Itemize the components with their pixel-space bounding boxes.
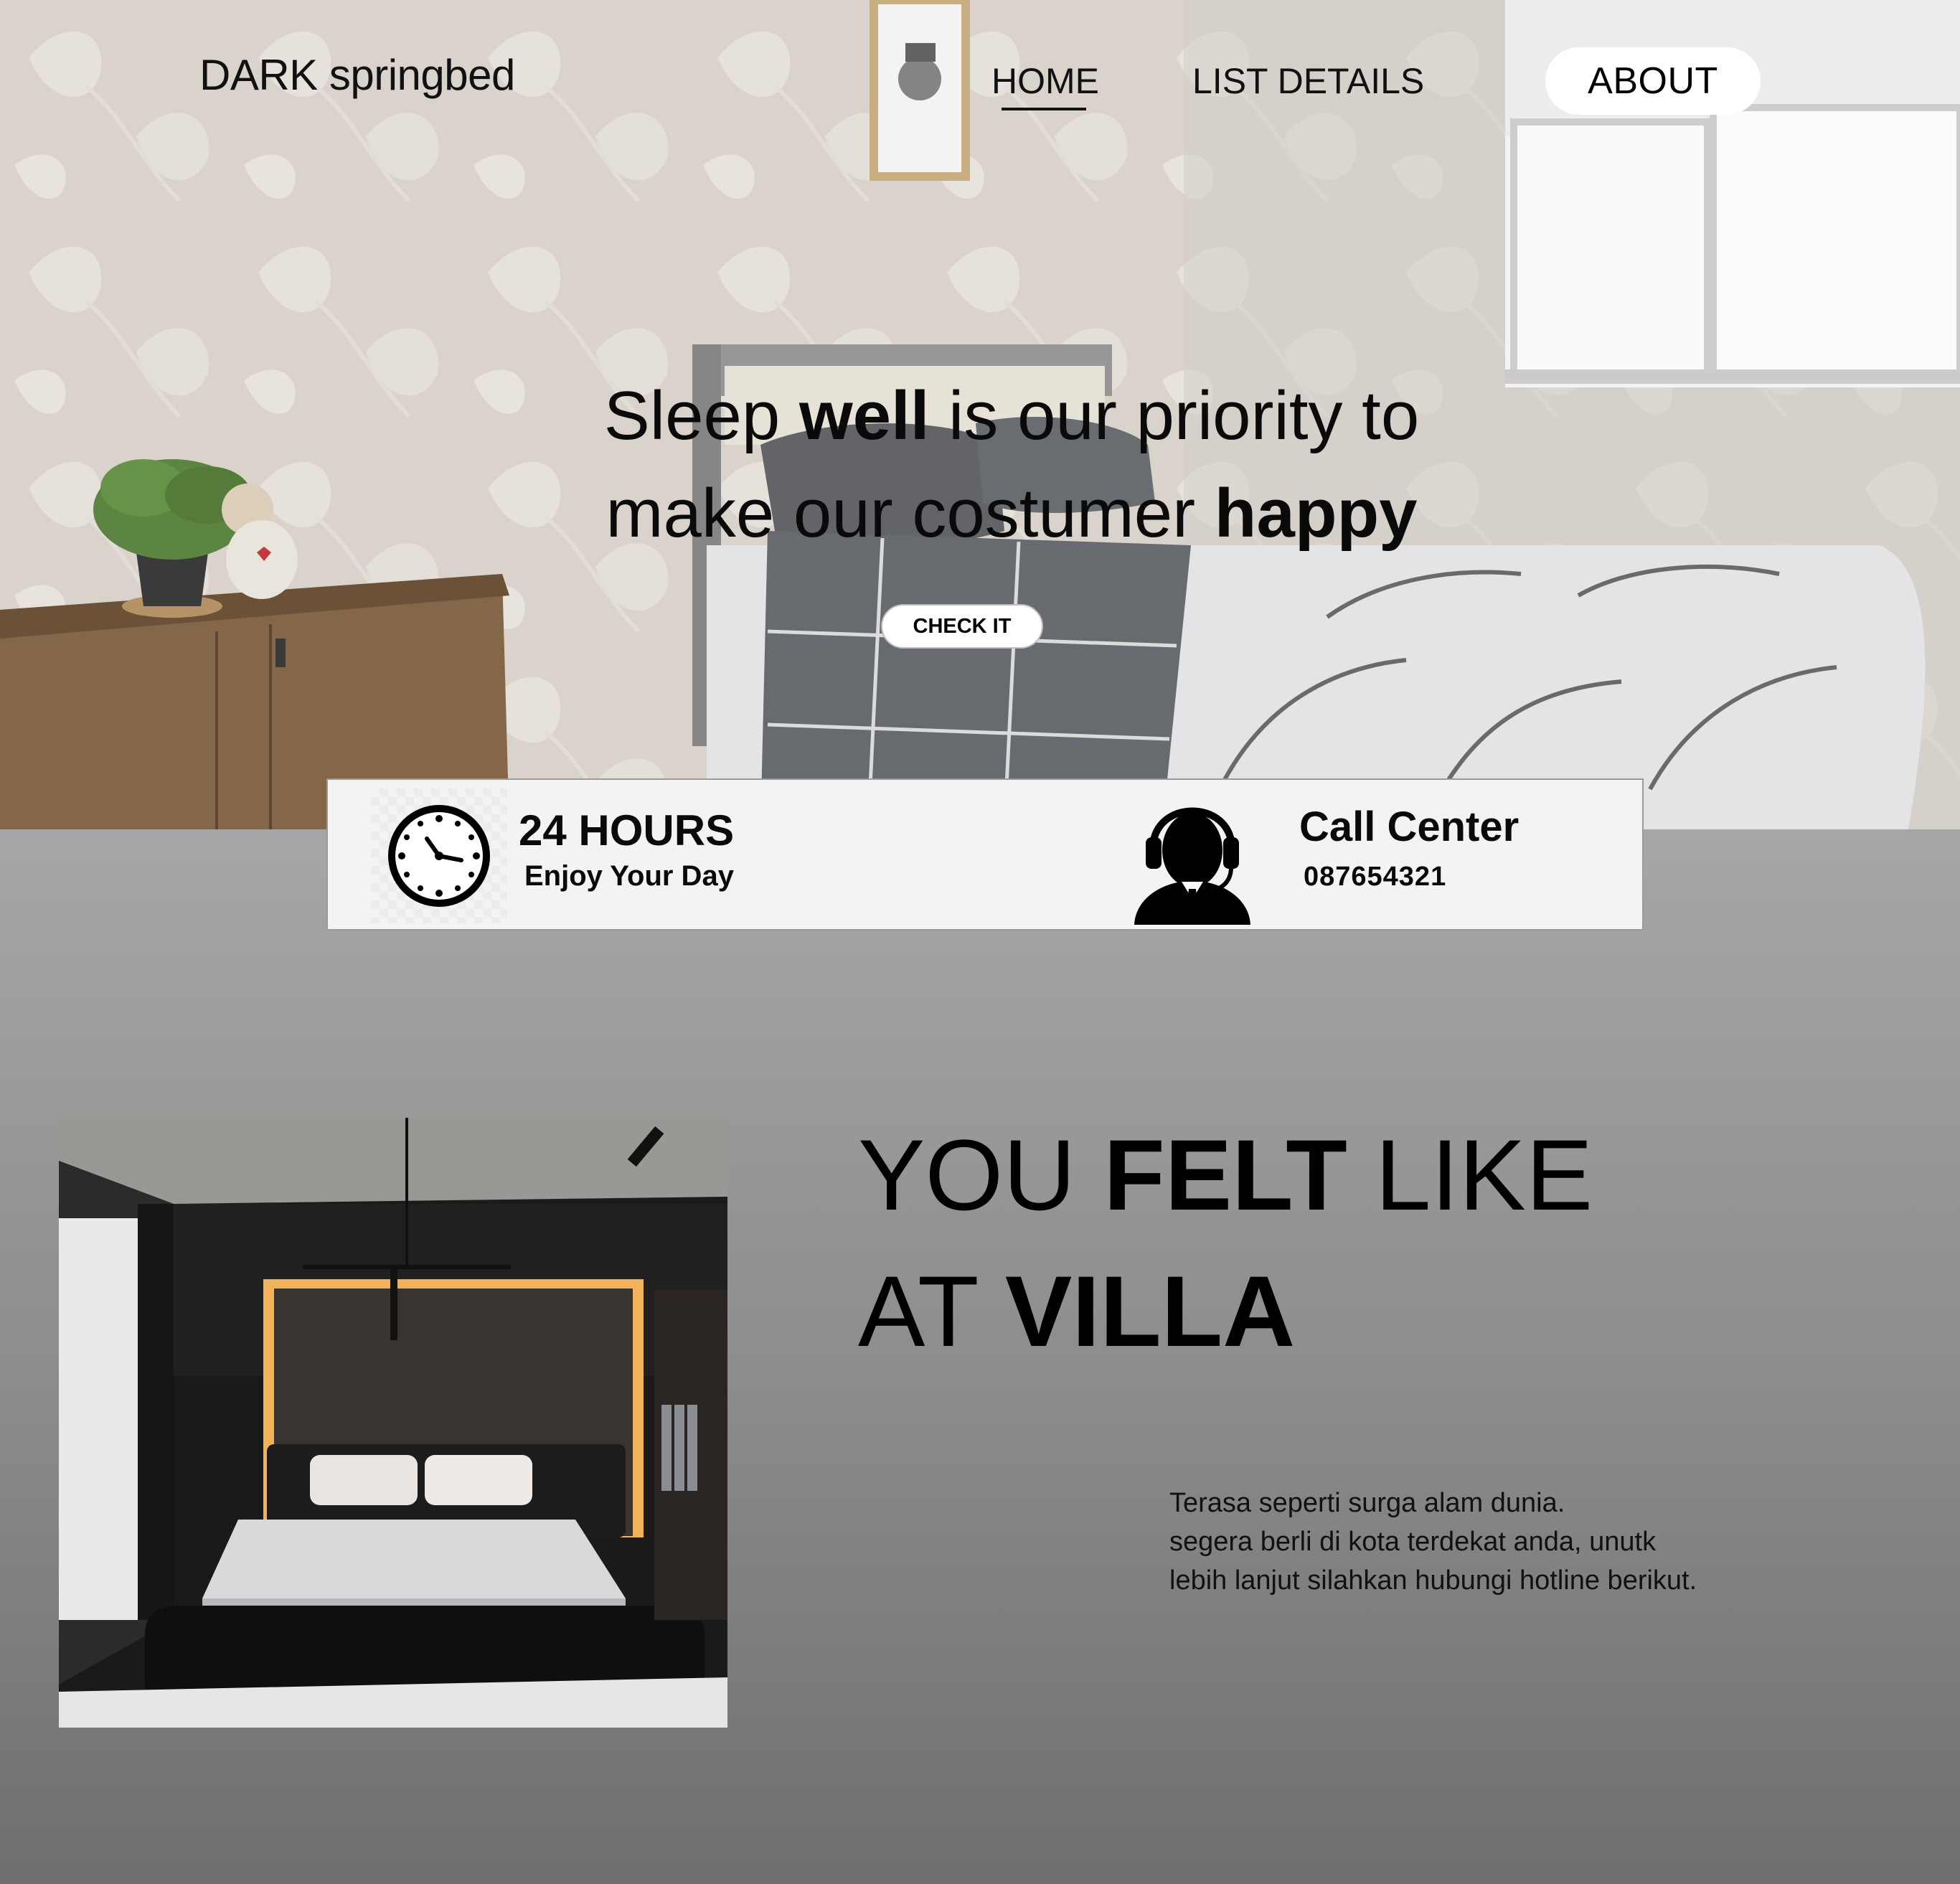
villa-bedroom-photo — [59, 1118, 727, 1728]
villa-emphasis-felt: FELT — [1103, 1118, 1347, 1231]
hours-title: 24 HOURS — [519, 806, 735, 854]
hero-emphasis-happy: happy — [1214, 475, 1418, 552]
hero-section: DARK springbed HOME LIST DETAILS ABOUT S… — [0, 0, 1960, 829]
hero-text: is our priority to — [929, 377, 1420, 454]
villa-text: YOU — [858, 1118, 1104, 1231]
hero-headline-line-1: Sleep well is our priority to — [459, 382, 1564, 451]
villa-paragraph-line: lebih lanjut silahkan hubungi hotline be… — [1169, 1565, 1697, 1596]
villa-emphasis-villa: VILLA — [1004, 1255, 1296, 1367]
villa-text: AT — [858, 1255, 1005, 1367]
villa-paragraph-line: segera berli di kota terdekat anda, unut… — [1169, 1527, 1657, 1557]
villa-text: LIKE — [1347, 1118, 1593, 1231]
call-center-agent-icon — [1131, 784, 1253, 925]
nav-about-button[interactable]: ABOUT — [1545, 47, 1761, 115]
hero-emphasis-well: well — [798, 377, 930, 454]
hours-subtitle: Enjoy Your Day — [524, 860, 734, 892]
check-it-button[interactable]: CHECK IT — [881, 604, 1043, 649]
villa-heading-line-1: YOU FELT LIKE — [858, 1125, 1593, 1225]
villa-paragraph-line: Terasa seperti surga alam dunia. — [1169, 1488, 1565, 1518]
nav-home-link[interactable]: HOME — [991, 60, 1099, 102]
nav-active-underline — [1002, 108, 1086, 110]
hero-headline-line-2: make our costumer happy — [459, 479, 1564, 548]
clock-icon — [371, 788, 507, 923]
hero-text: make our costumer — [606, 475, 1215, 552]
villa-heading-line-2: AT VILLA — [858, 1261, 1295, 1362]
call-center-number[interactable]: 087654321 — [1304, 862, 1446, 892]
nav-list-details-link[interactable]: LIST DETAILS — [1192, 60, 1424, 102]
hero-text: Sleep — [603, 377, 799, 454]
brand-logo[interactable]: DARK springbed — [199, 50, 515, 100]
info-bar: 24 HOURS Enjoy Your Day Call Center 0876… — [326, 778, 1644, 931]
call-center-title: Call Center — [1299, 804, 1520, 850]
